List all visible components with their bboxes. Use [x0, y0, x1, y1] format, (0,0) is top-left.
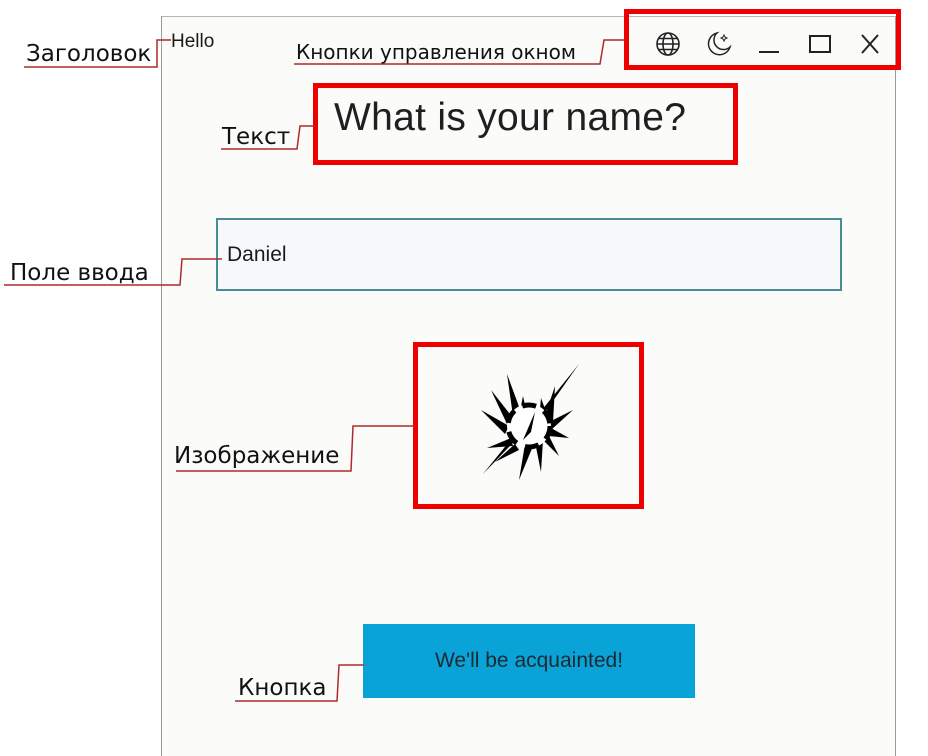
callout-window-controls-label: Кнопки управления окном: [296, 40, 576, 64]
acquaint-button[interactable]: We'll be acquainted!: [363, 624, 695, 698]
callout-button-label: Кнопка: [238, 675, 327, 701]
window-title: Hello: [171, 31, 215, 52]
callout-input-label: Поле ввода: [10, 260, 149, 286]
callout-image-label: Изображение: [174, 443, 340, 469]
image-highlight-frame: [413, 342, 644, 509]
name-input[interactable]: [216, 218, 842, 291]
text-highlight-frame: [313, 83, 738, 165]
callout-text-label: Текст: [222, 124, 291, 150]
controls-highlight-frame: [624, 9, 901, 70]
callout-title-label: Заголовок: [26, 41, 152, 67]
